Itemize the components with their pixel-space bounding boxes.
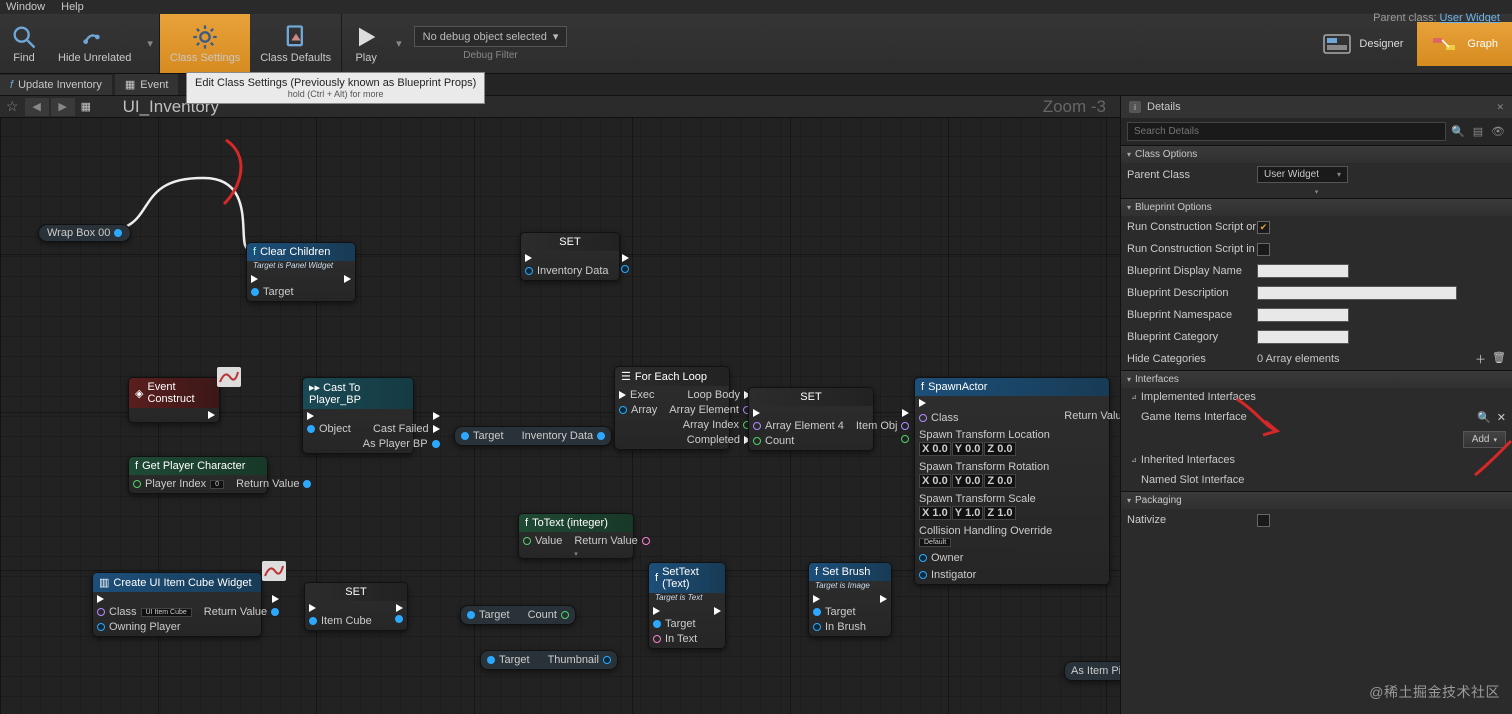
node-set-2[interactable]: SET — [749, 388, 873, 406]
eye-icon[interactable]: 👁 — [1490, 124, 1506, 140]
graph-title: UI_Inventory — [123, 97, 219, 117]
checkbox-rcsoc[interactable] — [1257, 221, 1270, 234]
interp-icon-2 — [261, 561, 287, 581]
remove-interface-icon[interactable]: ✕ — [1497, 411, 1506, 424]
menu-window[interactable]: Window — [6, 1, 45, 13]
menu-help[interactable]: Help — [61, 1, 84, 13]
debug-object-select[interactable]: No debug object selected▾ — [414, 26, 568, 47]
search-icon[interactable]: 🔍 — [1450, 124, 1466, 140]
checkbox-nativize[interactable] — [1257, 514, 1270, 527]
field-category[interactable] — [1257, 330, 1349, 344]
pin-inventory-data[interactable]: Inventory Data — [522, 430, 606, 442]
node-set-3[interactable]: SET — [305, 583, 407, 601]
expander-icon[interactable]: ▾ — [1315, 188, 1319, 196]
search-interface-icon[interactable]: 🔍 — [1477, 411, 1491, 424]
close-icon[interactable]: ✕ — [1496, 102, 1504, 113]
parent-class-combo[interactable]: User Widget — [1257, 166, 1348, 183]
pin-target-inv[interactable]: Target — [461, 430, 504, 442]
section-class-options[interactable]: Class Options — [1121, 146, 1512, 163]
node-event-construct[interactable]: ◈Event Construct — [129, 378, 219, 408]
tab-event-graph[interactable]: ▦Event — [115, 74, 179, 95]
hide-unrelated-button[interactable]: Hide Unrelated — [48, 14, 141, 73]
filter-icon[interactable]: ▤ — [1470, 124, 1486, 140]
node-spawn-actor[interactable]: fSpawnActor — [915, 378, 1109, 396]
section-blueprint-options[interactable]: Blueprint Options — [1121, 199, 1512, 216]
class-defaults-button[interactable]: Class Defaults — [250, 14, 341, 73]
add-interface-button[interactable]: Add — [1463, 431, 1506, 448]
field-description[interactable] — [1257, 286, 1457, 300]
graph-icon — [1431, 34, 1459, 54]
search-icon — [10, 24, 38, 50]
play-dropdown[interactable]: ▾ — [390, 14, 408, 73]
checkbox-rcsid[interactable] — [1257, 243, 1270, 256]
zoom-level: Zoom -3 — [1043, 97, 1106, 117]
node-cast-player[interactable]: ▸▸ Cast To Player_BP — [303, 378, 413, 409]
tab-update-inventory[interactable]: fUpdate Inventory — [0, 75, 112, 95]
node-create-widget[interactable]: ▥Create UI Item Cube Widget — [93, 573, 261, 592]
node-foreach-loop[interactable]: ☰For Each Loop — [615, 367, 729, 386]
graph-tab-icon: ▦ — [125, 78, 135, 91]
debug-filter-label: Debug Filter — [414, 50, 568, 61]
sub-inherited-interfaces[interactable]: Inherited Interfaces — [1121, 451, 1512, 469]
search-details-input[interactable] — [1127, 122, 1446, 141]
node-setbrush[interactable]: fSet Brush — [809, 563, 891, 581]
details-tab[interactable]: iDetails✕ — [1121, 96, 1512, 118]
details-icon: i — [1129, 101, 1141, 113]
unlink-icon — [81, 24, 109, 50]
document-icon — [282, 24, 310, 50]
parent-class-link[interactable]: User Widget — [1439, 12, 1500, 24]
watermark: @稀土掘金技术社区 — [1369, 682, 1500, 702]
field-namespace[interactable] — [1257, 308, 1349, 322]
favorite-icon[interactable]: ☆ — [6, 98, 19, 115]
add-element-icon[interactable]: ＋ — [1475, 351, 1486, 367]
class-settings-button[interactable]: Class Settings — [160, 14, 250, 73]
interp-icon — [216, 367, 242, 387]
field-display-name[interactable] — [1257, 264, 1349, 278]
pin-wrapbox0[interactable]: Wrap Box 00 — [47, 227, 122, 239]
nav-forward-button[interactable]: ▶ — [51, 98, 75, 116]
play-icon — [352, 24, 380, 50]
nav-back-button[interactable]: ◀ — [25, 98, 49, 116]
hide-unrelated-dropdown[interactable]: ▾ — [141, 14, 159, 73]
sub-implemented-interfaces[interactable]: Implemented Interfaces — [1121, 388, 1512, 406]
tab-designer[interactable]: Designer — [1309, 22, 1417, 66]
section-interfaces[interactable]: Interfaces — [1121, 371, 1512, 388]
node-get-player-character[interactable]: fGet Player Character — [129, 457, 267, 475]
play-button[interactable]: Play — [342, 14, 390, 73]
parent-class-label: Parent class: User Widget — [1373, 12, 1500, 24]
nav-home-button[interactable]: ▦ — [81, 100, 109, 113]
node-set-1[interactable]: SET — [521, 233, 619, 251]
node-settext[interactable]: fSetText (Text) — [649, 563, 725, 593]
find-button[interactable]: Find — [0, 14, 48, 73]
node-clear-children[interactable]: fClear Children — [247, 243, 355, 261]
tab-graph[interactable]: Graph — [1417, 22, 1512, 66]
trash-icon[interactable]: 🗑 — [1492, 351, 1506, 367]
section-packaging[interactable]: Packaging — [1121, 492, 1512, 509]
designer-icon — [1323, 34, 1351, 54]
node-totext[interactable]: fToText (integer) — [519, 514, 633, 532]
gear-icon — [191, 24, 219, 50]
